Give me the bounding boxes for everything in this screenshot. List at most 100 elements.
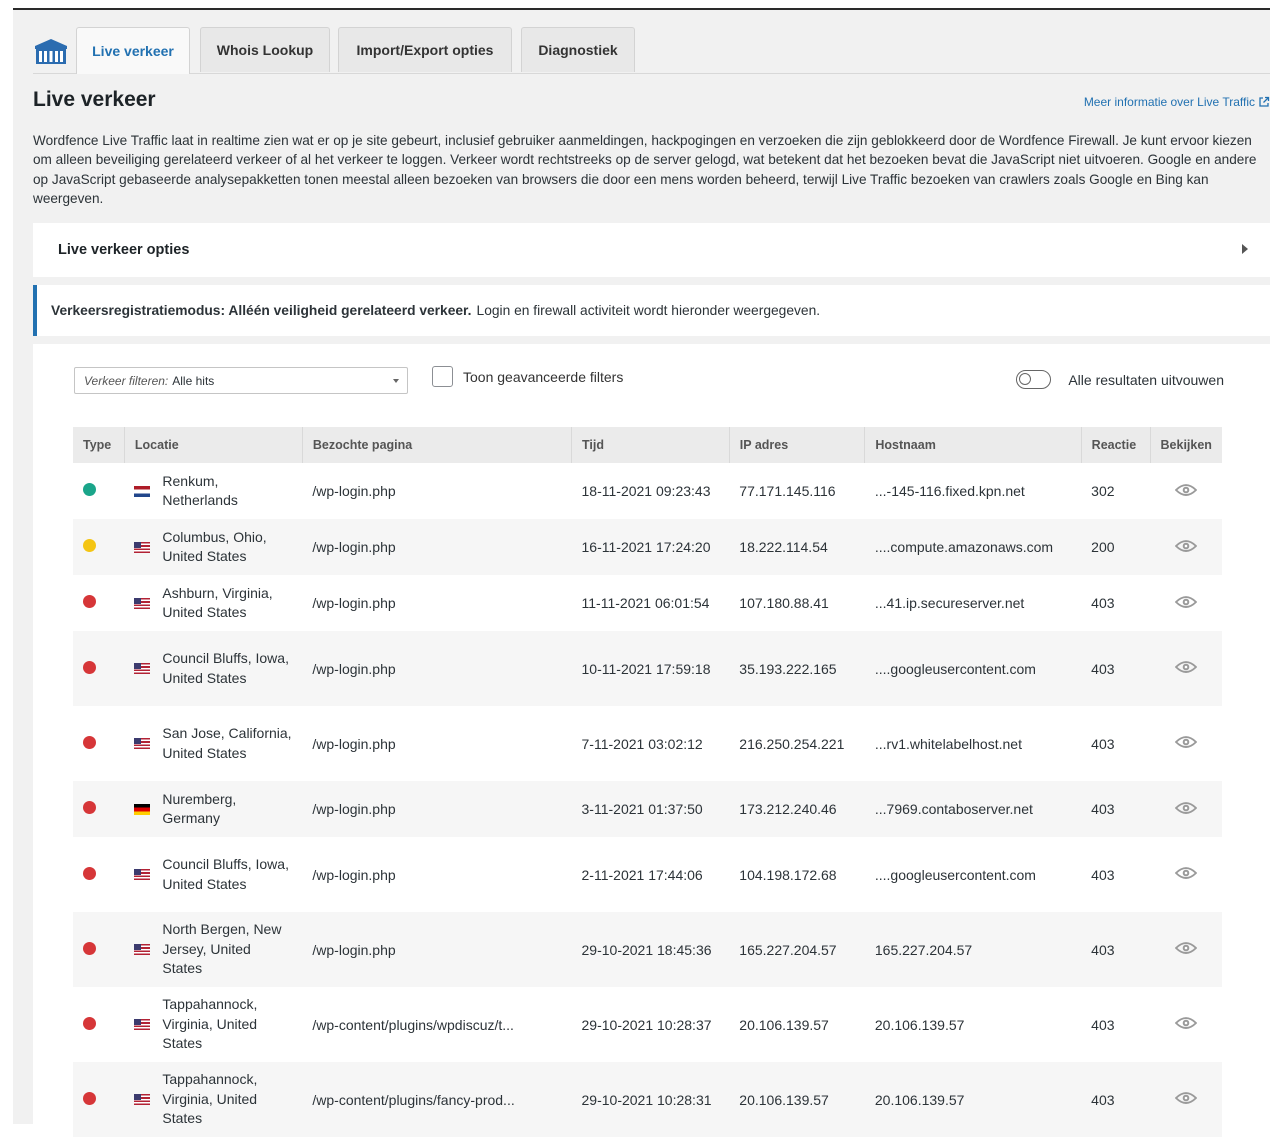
cell-hostname: ....googleusercontent.com [864, 631, 1082, 706]
tab-import-export[interactable]: Import/Export opties [338, 27, 512, 72]
flag-us-icon [134, 597, 151, 609]
checkbox[interactable] [432, 366, 453, 387]
table-header-row: Type Locatie Bezochte pagina Tijd IP adr… [73, 427, 1222, 463]
description-text: Wordfence Live Traffic laat in realtime … [33, 133, 1257, 206]
eye-icon[interactable] [1174, 483, 1198, 497]
options-label: Live verkeer opties [58, 242, 190, 258]
cell-ip: 216.250.254.221 [739, 735, 845, 752]
eye-icon[interactable] [1174, 595, 1198, 609]
eye-icon[interactable] [1174, 941, 1198, 955]
cell-hostname: 20.106.139.57 [874, 1016, 965, 1033]
cell-type [73, 575, 124, 631]
expand-all-results: Alle resultaten uitvouwen [1016, 370, 1224, 389]
cell-ip: 35.193.222.165 [729, 631, 865, 706]
location-text: Ashburn, Virginia, United States [162, 584, 273, 621]
traffic-table: Type Locatie Bezochte pagina Tijd IP adr… [73, 427, 1222, 1137]
cell-time: 11-11-2021 06:01:54 [581, 595, 710, 611]
cell-time: 7-11-2021 03:02:12 [581, 735, 703, 752]
cell-location: Tappahannock, Virginia, United States [124, 1062, 303, 1137]
location-text: Columbus, Ohio, United States [162, 528, 267, 565]
eye-icon[interactable] [1174, 539, 1198, 553]
more-info-link[interactable]: Meer informatie over Live Traffic [1084, 95, 1270, 109]
eye-icon[interactable] [1174, 735, 1198, 749]
tab-live-verkeer[interactable]: Live verkeer [76, 27, 190, 74]
status-dot-icon [83, 941, 96, 955]
filter-prefix: Verkeer filteren: [84, 373, 169, 388]
cell-type [73, 781, 125, 837]
cell-location: North Bergen, New Jersey, United States [124, 912, 303, 987]
cell-view [1150, 575, 1222, 631]
eye-icon[interactable] [1174, 866, 1198, 880]
cell-location: Ashburn, Virginia, United States [124, 575, 302, 631]
cell-view [1150, 781, 1222, 837]
col-reactie: Reactie [1080, 427, 1151, 463]
cell-hostname: ....compute.amazonaws.com [864, 519, 1082, 575]
cell-type [73, 987, 124, 1062]
table-row[interactable]: San Jose, California, United States/wp-l… [73, 706, 1222, 781]
notice-bold: Verkeersregistratiemodus: Alléén veiligh… [51, 303, 472, 318]
flag-us-icon [134, 738, 151, 749]
cell-view [1150, 706, 1222, 781]
col-tijd: Tijd [571, 427, 730, 463]
cell-ip: 173.212.240.46 [729, 781, 865, 837]
cell-time: 10-11-2021 17:59:18 [571, 631, 730, 706]
cell-time: 18-11-2021 09:23:43 [581, 483, 711, 499]
table-row[interactable]: Columbus, Ohio, United States/wp-login.p… [73, 519, 1222, 575]
eye-icon[interactable] [1174, 801, 1198, 815]
chevron-down-icon [393, 379, 399, 383]
cell-response: 403 [1081, 1062, 1151, 1137]
location-text: Council Bluffs, Iowa, United States [162, 650, 289, 686]
cell-hostname: ....googleusercontent.com [874, 866, 1036, 883]
status-dot-icon [83, 801, 96, 814]
table-row[interactable]: Nuremberg, Germany/wp-login.php 3-11-2021… [73, 781, 1222, 837]
table-row[interactable]: Council Bluffs, Iowa, United States/wp-l… [73, 631, 1222, 706]
cell-view [1150, 1062, 1222, 1137]
status-dot-icon [83, 866, 96, 880]
col-bezochte-pagina: Bezochte pagina [301, 427, 572, 463]
expand-all-toggle[interactable] [1016, 370, 1052, 389]
table-row[interactable]: Ashburn, Virginia, United States/wp-logi… [73, 575, 1222, 631]
table-row[interactable]: Tappahannock, Virginia, United States/wp… [73, 987, 1222, 1062]
status-dot-icon [83, 735, 96, 749]
tab-whois-lookup[interactable]: Whois Lookup [200, 27, 330, 72]
live-traffic-options-toggle[interactable]: Live verkeer opties [33, 223, 1270, 277]
flag-us-icon [134, 1019, 151, 1030]
advanced-filters-checkbox[interactable]: Toon geavanceerde filters [432, 366, 623, 387]
cell-response: 302 [1091, 483, 1115, 499]
cell-time: 3-11-2021 01:37:50 [571, 781, 730, 837]
cell-page: /wp-content/plugins/fancy-prod... [302, 1062, 572, 1137]
status-dot-icon [83, 483, 96, 496]
cell-view [1150, 987, 1222, 1062]
cell-ip: 104.198.172.68 [739, 866, 837, 883]
cell-ip: 107.180.88.41 [739, 595, 829, 611]
location-text: Renkum, Netherlands [162, 472, 238, 509]
cell-page: /wp-login.php [312, 483, 396, 499]
eye-icon[interactable] [1174, 1016, 1198, 1030]
eye-icon[interactable] [1174, 1091, 1198, 1105]
cell-hostname: 20.106.139.57 [864, 1062, 1082, 1137]
flag-us-icon [134, 944, 151, 955]
cell-hostname: ...-145-116.fixed.kpn.net [874, 483, 1025, 499]
flag-de-icon [134, 803, 151, 815]
table-row[interactable]: Council Bluffs, Iowa, United States/wp-l… [73, 837, 1222, 912]
tab-diagnostiek[interactable]: Diagnostiek [521, 27, 635, 72]
cell-time: 29-10-2021 10:28:31 [571, 1062, 730, 1137]
advanced-filters-label: Toon geavanceerde filters [463, 368, 624, 385]
traffic-filter-select[interactable]: Verkeer filteren: Alle hits [74, 367, 408, 394]
wordfence-logo-icon [35, 39, 67, 64]
table-row[interactable]: Renkum, Netherlands/wp-login.php 18-11-20… [73, 463, 1222, 519]
location-text: Tappahannock, Virginia, United States [162, 1071, 258, 1127]
cell-page: /wp-login.php [302, 519, 572, 575]
table-row[interactable]: North Bergen, New Jersey, United States /… [73, 912, 1222, 987]
cell-location: Council Bluffs, Iowa, United States [124, 837, 302, 912]
cell-page: /wp-login.php [302, 912, 572, 987]
cell-hostname: ...rv1.whitelabelhost.net [874, 735, 1022, 752]
cell-type [73, 463, 124, 519]
eye-icon[interactable] [1174, 660, 1198, 674]
cell-location: Nuremberg, Germany [124, 781, 303, 837]
location-text: Nuremberg, Germany [162, 790, 237, 827]
flag-us-icon [134, 1094, 151, 1105]
table-row[interactable]: Tappahannock, Virginia, United States/wp… [73, 1062, 1222, 1137]
cell-response: 403 [1081, 912, 1151, 987]
status-dot-icon [83, 1091, 96, 1105]
